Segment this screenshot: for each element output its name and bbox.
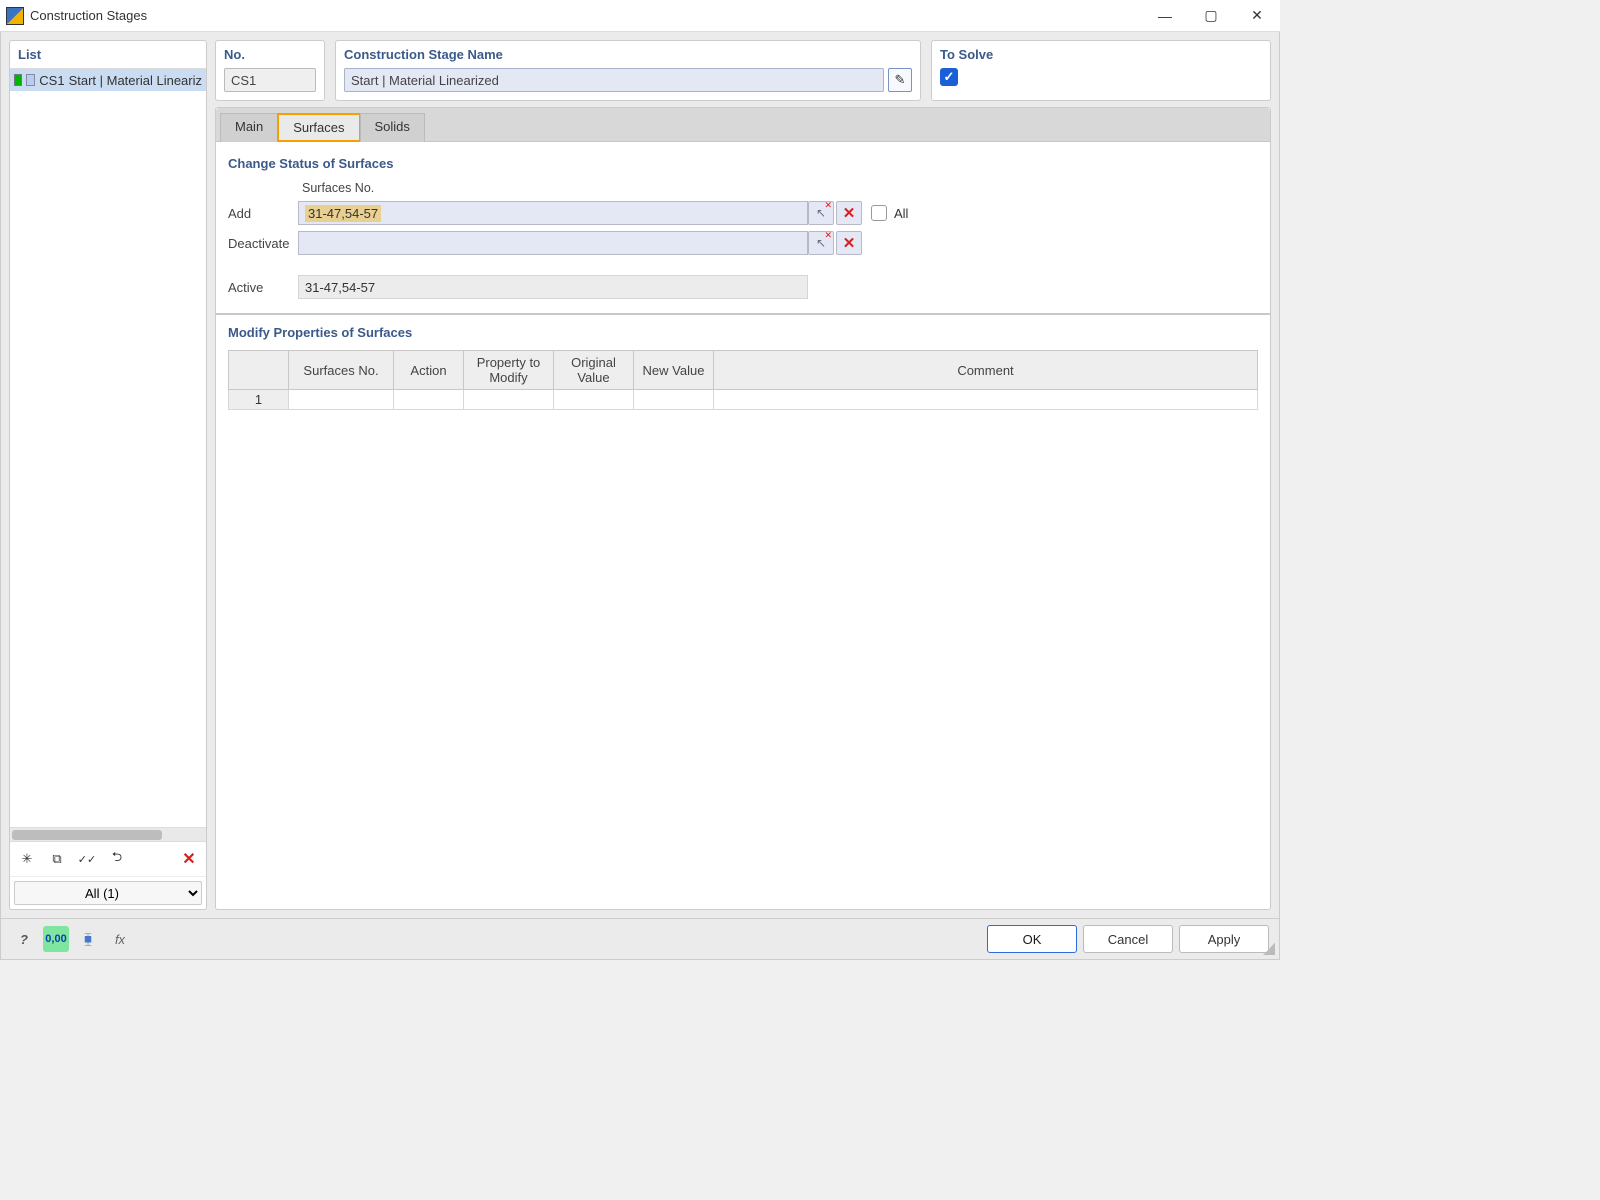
cell-new[interactable]: [634, 390, 714, 410]
minimize-button[interactable]: —: [1142, 0, 1188, 32]
name-field[interactable]: Start | Material Linearized: [344, 68, 884, 92]
app-icon: [6, 7, 24, 25]
check-all-icon: ✓✓: [78, 853, 96, 866]
stage-list[interactable]: CS1 Start | Material Lineariz: [10, 69, 206, 827]
cell-property[interactable]: [464, 390, 554, 410]
deactivate-input[interactable]: [298, 231, 808, 255]
copy-icon: ⧉: [52, 851, 61, 867]
solve-checkbox[interactable]: ✓: [940, 68, 958, 86]
deactivate-clear-button[interactable]: ✕: [836, 231, 862, 255]
maximize-button[interactable]: ▢: [1188, 0, 1234, 32]
cancel-button[interactable]: Cancel: [1083, 925, 1173, 953]
cell-action[interactable]: [394, 390, 464, 410]
bottom-bar: ? 0,00 ⧯ fx OK Cancel Apply: [1, 918, 1279, 959]
list-item-label: Start | Material Lineariz: [69, 73, 202, 88]
name-box: Construction Stage Name Start | Material…: [335, 40, 921, 101]
tab-strip: Main Surfaces Solids: [216, 108, 1270, 141]
all-label: All: [894, 206, 1258, 221]
tab-main[interactable]: Main: [220, 113, 278, 142]
cell-comment[interactable]: [714, 390, 1258, 410]
col-surfaces-no: Surfaces No.: [289, 351, 394, 390]
apply-button[interactable]: Apply: [1179, 925, 1269, 953]
resize-grip-icon[interactable]: [1263, 943, 1275, 955]
add-pick-button[interactable]: ↖: [808, 201, 834, 225]
col-new: New Value: [634, 351, 714, 390]
dialog-body: List CS1 Start | Material Lineariz ✳ ⧉: [0, 32, 1280, 960]
all-checkbox[interactable]: [871, 205, 887, 221]
list-item-code: CS1: [39, 73, 64, 88]
active-label: Active: [228, 280, 298, 295]
uncheck-icon: ⮌: [112, 848, 122, 870]
surfaces-no-header: Surfaces No.: [298, 181, 808, 195]
table-row[interactable]: 1: [229, 390, 1258, 410]
units-button[interactable]: 0,00: [43, 926, 69, 952]
filter-icon: ⧯: [84, 931, 92, 947]
filters-button[interactable]: ⧯: [75, 926, 101, 952]
window-title: Construction Stages: [30, 8, 147, 23]
modify-props-header: Modify Properties of Surfaces: [228, 325, 1258, 340]
col-property: Property to Modify: [464, 351, 554, 390]
list-item[interactable]: CS1 Start | Material Lineariz: [10, 69, 206, 91]
clear-icon: ✕: [843, 234, 856, 252]
change-status-header: Change Status of Surfaces: [228, 156, 1258, 171]
tab-surfaces[interactable]: Surfaces: [277, 113, 360, 142]
close-button[interactable]: ✕: [1234, 0, 1280, 32]
col-comment: Comment: [714, 351, 1258, 390]
ok-button[interactable]: OK: [987, 925, 1077, 953]
deactivate-label: Deactivate: [228, 236, 298, 251]
pick-cursor-icon: ↖: [816, 236, 826, 250]
name-label: Construction Stage Name: [344, 47, 912, 62]
solve-box: To Solve ✓: [931, 40, 1271, 101]
new-icon: ✳: [22, 851, 33, 867]
add-input[interactable]: 31-47,54-57: [298, 201, 808, 225]
units-icon: 0,00: [45, 933, 66, 945]
new-button[interactable]: ✳: [14, 846, 40, 872]
copy-button[interactable]: ⧉: [44, 846, 70, 872]
clear-icon: ✕: [843, 204, 856, 222]
deactivate-pick-button[interactable]: ↖: [808, 231, 834, 255]
edit-name-button[interactable]: ✎: [888, 68, 912, 92]
title-bar: Construction Stages — ▢ ✕: [0, 0, 1280, 32]
color-swatch-icon: [14, 74, 22, 86]
pick-cursor-icon: ↖: [816, 206, 826, 220]
add-label: Add: [228, 206, 298, 221]
cell-original[interactable]: [554, 390, 634, 410]
tab-content-surfaces: Change Status of Surfaces Surfaces No. A…: [216, 141, 1270, 909]
col-action: Action: [394, 351, 464, 390]
tab-solids[interactable]: Solids: [360, 113, 425, 142]
delete-button[interactable]: ✕: [176, 846, 202, 872]
help-button[interactable]: ?: [11, 926, 37, 952]
formula-button[interactable]: fx: [107, 926, 133, 952]
row-number: 1: [229, 390, 289, 410]
list-header: List: [10, 41, 206, 69]
col-original: Original Value: [554, 351, 634, 390]
pencil-icon: ✎: [895, 72, 906, 88]
list-filter-select[interactable]: All (1): [14, 881, 202, 905]
no-box: No. CS1: [215, 40, 325, 101]
active-field: 31-47,54-57: [298, 275, 808, 299]
no-label: No.: [224, 47, 316, 62]
solve-label: To Solve: [940, 47, 1262, 62]
list-scrollbar[interactable]: [10, 827, 206, 841]
help-icon: ?: [20, 932, 28, 947]
cell-surfaces-no[interactable]: [289, 390, 394, 410]
list-panel: List CS1 Start | Material Lineariz ✳ ⧉: [9, 40, 207, 910]
no-field[interactable]: CS1: [224, 68, 316, 92]
check-all-button[interactable]: ✓✓: [74, 846, 100, 872]
add-clear-button[interactable]: ✕: [836, 201, 862, 225]
uncheck-all-button[interactable]: ⮌: [104, 846, 130, 872]
delete-icon: ✕: [182, 849, 195, 869]
modify-table[interactable]: Surfaces No. Action Property to Modify O…: [228, 350, 1258, 410]
fx-icon: fx: [115, 932, 125, 947]
type-swatch-icon: [26, 74, 35, 86]
